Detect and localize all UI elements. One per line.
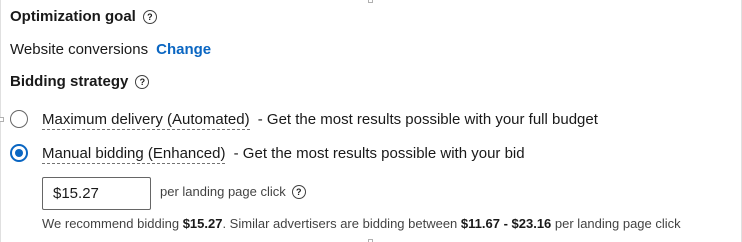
manual-bidding-label[interactable]: Manual bidding (Enhanced)	[42, 144, 226, 164]
bidding-option-manual-bidding[interactable]: Manual bidding (Enhanced) - Get the most…	[10, 144, 525, 164]
radio-maximum-delivery[interactable]	[10, 110, 28, 128]
recommendation-prefix: We recommend bidding	[42, 216, 180, 231]
bid-unit-row: per landing page click ?	[160, 184, 306, 199]
radio-manual-bidding[interactable]	[10, 144, 28, 162]
recommended-bid: $15.27	[182, 216, 223, 231]
optimization-goal-value-row: Website conversions Change	[10, 41, 211, 58]
recommendation-suffix: per landing page click	[554, 216, 681, 231]
optimization-goal-value: Website conversions	[10, 41, 149, 58]
option-label-row: Manual bidding (Enhanced) - Get the most…	[42, 144, 525, 164]
bidding-strategy-title: Bidding strategy	[10, 73, 129, 90]
bid-amount-input[interactable]	[42, 177, 151, 210]
bid-recommendation: We recommend bidding $15.27. Similar adv…	[42, 216, 681, 231]
bidding-option-maximum-delivery[interactable]: Maximum delivery (Automated) - Get the m…	[10, 110, 598, 130]
optimization-goal-title: Optimization goal	[10, 8, 136, 25]
bid-range: $11.67 - $23.16	[460, 216, 552, 231]
question-circle-icon[interactable]: ?	[142, 9, 157, 24]
manual-bidding-description: - Get the most results possible with you…	[233, 144, 525, 162]
recommendation-middle: . Similar advertisers are bidding betwee…	[222, 216, 458, 231]
resize-handle-top[interactable]	[368, 0, 373, 3]
bidding-strategy-header: Bidding strategy ?	[10, 73, 150, 90]
resize-handle-left[interactable]	[0, 117, 4, 122]
question-circle-icon[interactable]: ?	[135, 74, 150, 89]
maximum-delivery-description: - Get the most results possible with you…	[257, 110, 598, 128]
optimization-goal-header: Optimization goal ?	[10, 8, 157, 25]
bid-unit-label: per landing page click	[160, 184, 286, 199]
question-circle-icon[interactable]: ?	[291, 184, 306, 199]
maximum-delivery-label[interactable]: Maximum delivery (Automated)	[42, 110, 250, 130]
bidding-settings-panel: Optimization goal ? Website conversions …	[0, 0, 742, 242]
change-link[interactable]: Change	[156, 41, 211, 58]
option-label-row: Maximum delivery (Automated) - Get the m…	[42, 110, 598, 130]
